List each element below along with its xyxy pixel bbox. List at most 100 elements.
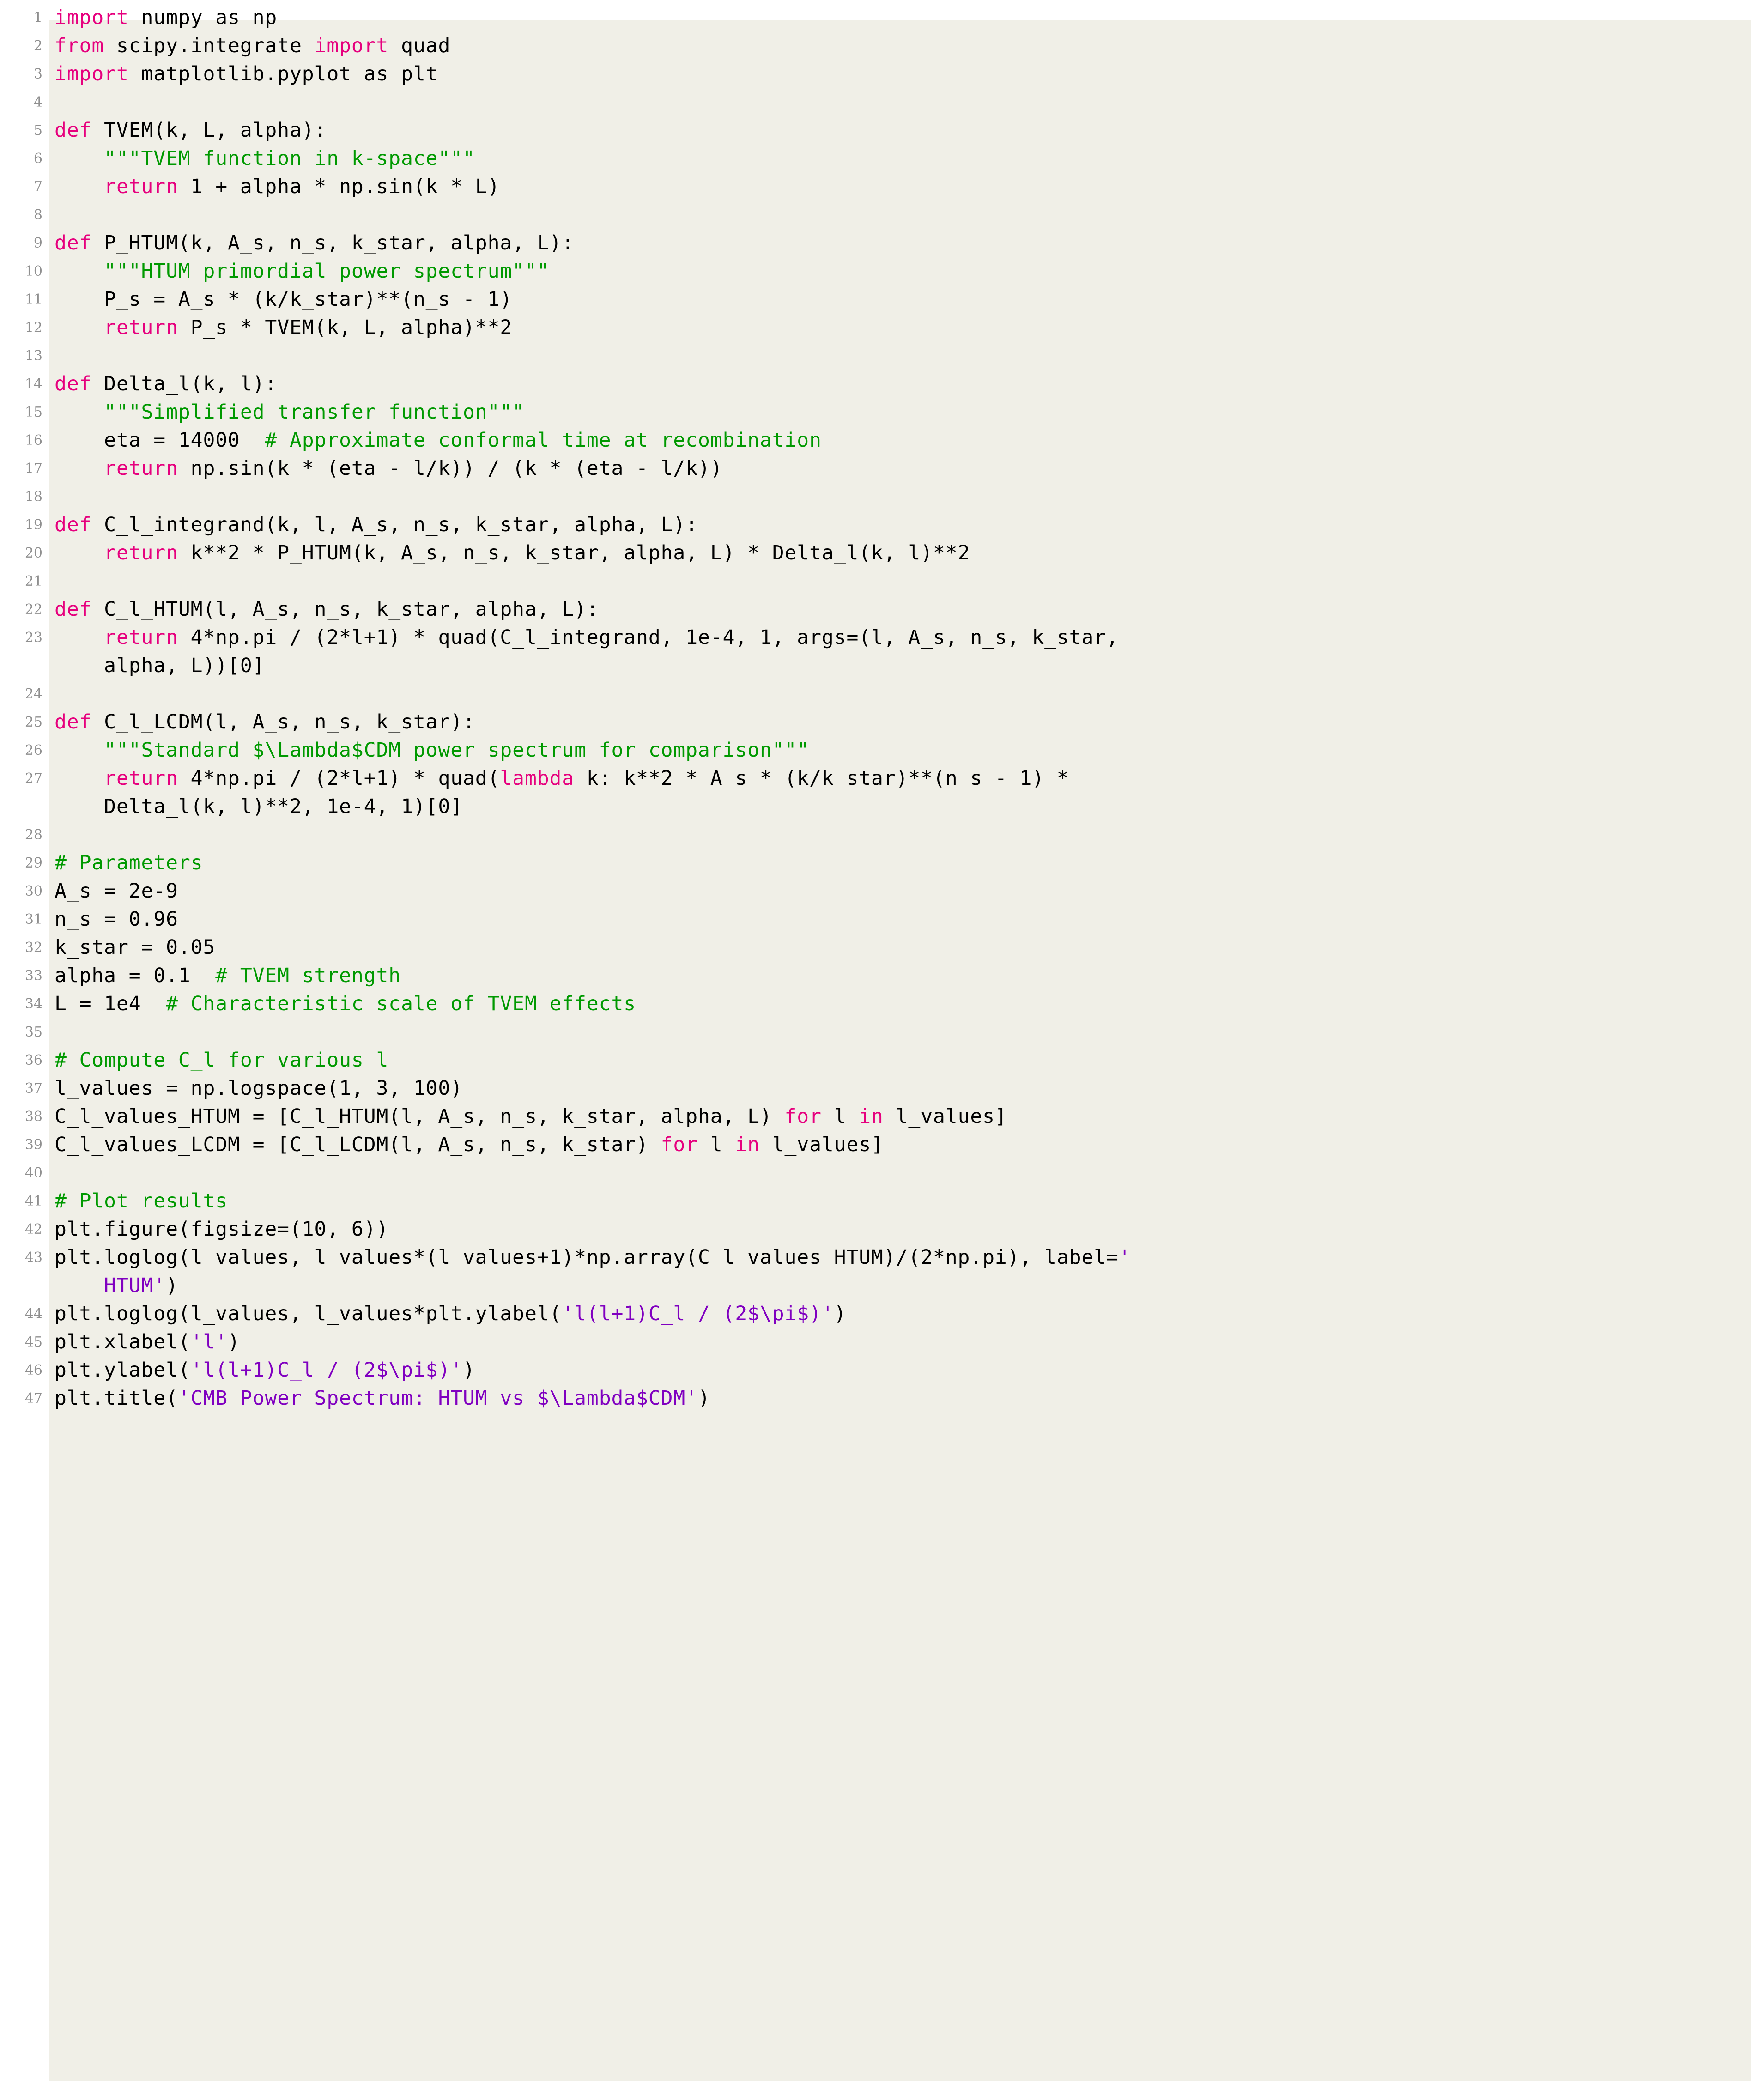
code-text: k_star = 0.05 bbox=[55, 934, 215, 962]
code-text: def C_l_integrand(k, l, A_s, n_s, k_star… bbox=[55, 511, 698, 539]
token-cm: # Compute C_l for various l bbox=[55, 1049, 389, 1072]
line-number: 45 bbox=[24, 1334, 42, 1350]
code-text: return 1 + alpha * np.sin(k * L) bbox=[55, 173, 500, 201]
line-number: 46 bbox=[24, 1362, 42, 1378]
token-nm: ) bbox=[698, 1387, 710, 1410]
line-number: 16 bbox=[24, 432, 42, 449]
code-text: def C_l_LCDM(l, A_s, n_s, k_star): bbox=[55, 708, 475, 736]
code-line: 14 def Delta_l(k, l): bbox=[0, 370, 1764, 398]
code-line-continuation: Delta_l(k, l)**2, 1e-4, 1)[0] bbox=[0, 793, 1764, 821]
code-line: 22 def C_l_HTUM(l, A_s, n_s, k_star, alph… bbox=[0, 595, 1764, 624]
code-text: A_s = 2e-9 bbox=[55, 877, 178, 905]
line-number: 10 bbox=[24, 263, 42, 279]
line-number: 35 bbox=[24, 1024, 42, 1040]
token-nm: 4*np.pi / (2*l+1) * quad(C_l_integrand, … bbox=[178, 626, 1119, 649]
code-line: 23 return 4*np.pi / (2*l+1) * quad(C_l_i… bbox=[0, 624, 1764, 652]
token-nm: matplotlib.pyplot as plt bbox=[128, 62, 438, 85]
token-nm: ) bbox=[166, 1274, 178, 1297]
token-cm: # Parameters bbox=[55, 851, 203, 874]
code-line: 3 import matplotlib.pyplot as plt bbox=[0, 60, 1764, 88]
token-cm: """Simplified transfer function""" bbox=[104, 400, 525, 424]
token-nm: Delta_l(k, l)**2, 1e-4, 1)[0] bbox=[55, 795, 463, 818]
token-kw: return bbox=[104, 457, 178, 480]
code-line-continuation: HTUM') bbox=[0, 1272, 1764, 1300]
code-line: 21 bbox=[0, 567, 1764, 595]
line-number: 28 bbox=[24, 827, 42, 843]
token-kw: import bbox=[314, 34, 389, 57]
code-line: 37 l_values = np.logspace(1, 3, 100) bbox=[0, 1074, 1764, 1103]
code-line: 34 L = 1e4 # Characteristic scale of TVEM… bbox=[0, 990, 1764, 1018]
code-text: """HTUM primordial power spectrum""" bbox=[55, 257, 550, 285]
token-nm: alpha, L))[0] bbox=[55, 654, 265, 677]
token-str: HTUM' bbox=[104, 1274, 166, 1297]
code-text: plt.ylabel('l(l+1)C_l / (2$\pi$)') bbox=[55, 1356, 475, 1384]
code-line: 29 # Parameters bbox=[0, 849, 1764, 877]
token-nm bbox=[55, 260, 104, 283]
line-number: 1 bbox=[33, 10, 42, 26]
token-nm: C_l_values_HTUM = [C_l_HTUM(l, A_s, n_s,… bbox=[55, 1105, 785, 1128]
code-line: 38 C_l_values_HTUM = [C_l_HTUM(l, A_s, n_… bbox=[0, 1103, 1764, 1131]
code-text: alpha, L))[0] bbox=[55, 652, 265, 680]
token-nm: TVEM(k, L, alpha): bbox=[91, 119, 327, 142]
code-line: 26 """Standard $\Lambda$CDM power spectr… bbox=[0, 736, 1764, 764]
code-text: plt.figure(figsize=(10, 6)) bbox=[55, 1215, 388, 1244]
code-text: C_l_values_HTUM = [C_l_HTUM(l, A_s, n_s,… bbox=[55, 1103, 1007, 1131]
code-text: HTUM') bbox=[55, 1272, 178, 1300]
token-kw: import bbox=[55, 6, 129, 29]
code-line: 30 A_s = 2e-9 bbox=[0, 877, 1764, 905]
token-str: 'l' bbox=[190, 1330, 228, 1353]
token-nm: k_star = 0.05 bbox=[55, 936, 216, 959]
line-number: 30 bbox=[24, 883, 42, 899]
token-cm: # TVEM strength bbox=[215, 964, 401, 987]
code-text: return 4*np.pi / (2*l+1) * quad(lambda k… bbox=[55, 764, 1069, 793]
line-number: 14 bbox=[24, 376, 42, 392]
line-number: 15 bbox=[24, 404, 42, 420]
token-nm: plt.title( bbox=[55, 1387, 178, 1410]
token-kw: return bbox=[104, 316, 178, 339]
code-text: P_s = A_s * (k/k_star)**(n_s - 1) bbox=[55, 285, 512, 314]
code-text: return P_s * TVEM(k, L, alpha)**2 bbox=[55, 314, 512, 342]
token-kw: from bbox=[55, 34, 104, 57]
token-kw: import bbox=[55, 62, 129, 85]
code-line: 46 plt.ylabel('l(l+1)C_l / (2$\pi$)') bbox=[0, 1356, 1764, 1384]
token-cm: # Plot results bbox=[55, 1189, 228, 1213]
token-kw: in bbox=[735, 1133, 760, 1156]
code-line: 39 C_l_values_LCDM = [C_l_LCDM(l, A_s, n_… bbox=[0, 1131, 1764, 1159]
code-line-continuation: alpha, L))[0] bbox=[0, 652, 1764, 680]
code-line: 12 return P_s * TVEM(k, L, alpha)**2 bbox=[0, 314, 1764, 342]
code-text: plt.xlabel('l') bbox=[55, 1328, 240, 1356]
token-nm: P_HTUM(k, A_s, n_s, k_star, alpha, L): bbox=[91, 231, 575, 255]
token-nm bbox=[55, 175, 104, 198]
line-number: 37 bbox=[24, 1080, 42, 1097]
token-nm: plt.loglog(l_values, l_values*(l_values+… bbox=[55, 1246, 1119, 1269]
line-number: 20 bbox=[24, 545, 42, 561]
token-nm bbox=[55, 400, 104, 424]
line-number: 44 bbox=[24, 1306, 42, 1322]
token-cm: """Standard $\Lambda$CDM power spectrum … bbox=[104, 739, 810, 762]
token-nm bbox=[55, 457, 104, 480]
code-line: 33 alpha = 0.1 # TVEM strength bbox=[0, 962, 1764, 990]
token-nm bbox=[55, 626, 104, 649]
line-number: 7 bbox=[33, 179, 42, 195]
line-number: 40 bbox=[24, 1165, 42, 1181]
code-line: 42 plt.figure(figsize=(10, 6)) bbox=[0, 1215, 1764, 1244]
token-nm: plt.ylabel( bbox=[55, 1359, 191, 1382]
token-nm: l_values] bbox=[883, 1105, 1007, 1128]
token-nm: numpy as np bbox=[128, 6, 278, 29]
code-text: return k**2 * P_HTUM(k, A_s, n_s, k_star… bbox=[55, 539, 970, 567]
code-text: plt.loglog(l_values, l_values*plt.ylabel… bbox=[55, 1300, 846, 1328]
line-number: 47 bbox=[24, 1390, 42, 1407]
code-line: 44 plt.loglog(l_values, l_values*plt.ylab… bbox=[0, 1300, 1764, 1328]
code-text: def TVEM(k, L, alpha): bbox=[55, 116, 327, 145]
code-line: 36 # Compute C_l for various l bbox=[0, 1046, 1764, 1074]
token-kw: for bbox=[661, 1133, 698, 1156]
token-kw: def bbox=[55, 598, 92, 621]
token-nm: ) bbox=[228, 1330, 240, 1353]
token-str: 'CMB Power Spectrum: HTUM vs $\Lambda$CD… bbox=[178, 1387, 698, 1410]
token-kw: for bbox=[784, 1105, 822, 1128]
token-nm: C_l_integrand(k, l, A_s, n_s, k_star, al… bbox=[91, 513, 698, 536]
token-nm: P_s * TVEM(k, L, alpha)**2 bbox=[178, 316, 513, 339]
code-line: 47 plt.title('CMB Power Spectrum: HTUM vs… bbox=[0, 1384, 1764, 1413]
code-text: alpha = 0.1 # TVEM strength bbox=[55, 962, 401, 990]
code-line: 1 import numpy as np bbox=[0, 4, 1764, 32]
